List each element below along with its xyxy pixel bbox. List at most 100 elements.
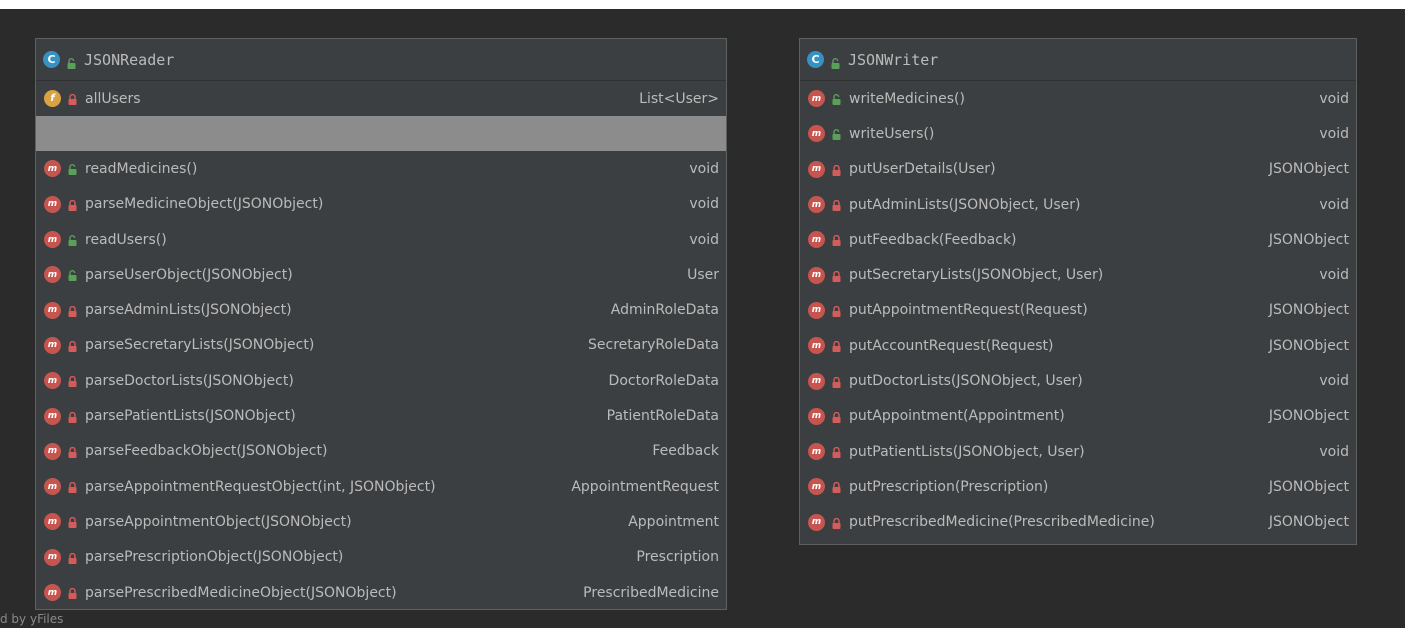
method-return-type: AppointmentRequest — [571, 478, 719, 495]
method-row[interactable]: m parseUserObject(JSONObject) User — [36, 257, 726, 292]
method-name: parseAdminLists(JSONObject) — [85, 302, 292, 319]
method-return-type: User — [687, 266, 719, 283]
class-title: JSONWriter — [848, 50, 939, 69]
method-list: m writeMedicines() void m writeUsers() void m p… — [800, 81, 1356, 540]
field-icon: f — [44, 90, 61, 108]
method-name: parseAppointmentRequestObject(int, JSONO… — [85, 478, 436, 495]
method-name: putAdminLists(JSONObject, User) — [849, 196, 1081, 213]
class-icon: C — [43, 51, 60, 68]
method-row[interactable]: m parseMedicineObject(JSONObject) void — [36, 187, 726, 222]
class-box-jsonreader[interactable]: C JSONReader f allUsers List<User> m read… — [35, 38, 727, 610]
method-row[interactable]: m writeMedicines() void — [800, 81, 1356, 116]
method-row[interactable]: m parseFeedbackObject(JSONObject) Feedback — [36, 434, 726, 469]
method-name: putFeedback(Feedback) — [849, 231, 1017, 248]
method-icon: m — [808, 443, 825, 461]
public-lock-icon — [68, 163, 77, 176]
method-row[interactable]: m putFeedback(Feedback) JSONObject — [800, 222, 1356, 257]
class-icon: C — [807, 51, 824, 68]
private-lock-icon — [832, 517, 841, 529]
method-row[interactable]: m readUsers() void — [36, 222, 726, 257]
method-icon: m — [44, 231, 61, 249]
method-return-type: JSONObject — [1268, 408, 1349, 425]
method-name: parseUserObject(JSONObject) — [85, 266, 293, 283]
method-name: putAppointmentRequest(Request) — [849, 302, 1088, 319]
method-row[interactable]: m putAccountRequest(Request) JSONObject — [800, 328, 1356, 363]
method-name: parsePrescriptionObject(JSONObject) — [85, 549, 344, 566]
method-icon: m — [808, 513, 825, 531]
method-name: readUsers() — [85, 231, 167, 248]
method-name: putAppointment(Appointment) — [849, 408, 1065, 425]
method-row[interactable]: m putAppointmentRequest(Request) JSONObjec… — [800, 293, 1356, 328]
yfiles-watermark: d by yFiles — [0, 612, 64, 626]
method-icon: m — [808, 196, 825, 214]
method-row[interactable]: m parsePrescribedMedicineObject(JSONObjec… — [36, 575, 726, 610]
method-icon: m — [44, 584, 61, 601]
private-lock-icon — [68, 305, 77, 317]
method-name: parseFeedbackObject(JSONObject) — [85, 443, 328, 460]
method-icon: m — [44, 195, 61, 213]
method-name: parsePrescribedMedicineObject(JSONObject… — [85, 584, 397, 601]
class-title: JSONReader — [84, 50, 175, 69]
private-lock-icon — [832, 411, 841, 423]
private-lock-icon — [68, 516, 77, 529]
private-lock-icon — [832, 376, 841, 388]
method-row[interactable]: m putUserDetails(User) JSONObject — [800, 152, 1356, 187]
private-lock-icon — [832, 340, 841, 353]
method-row[interactable]: m putPrescription(Prescription) JSONObject — [800, 469, 1356, 504]
private-lock-icon — [68, 587, 77, 599]
method-return-type: Appointment — [628, 513, 719, 530]
method-name: parsePatientLists(JSONObject) — [85, 408, 296, 425]
private-lock-icon — [68, 340, 77, 352]
method-return-type: JSONObject — [1268, 231, 1349, 248]
method-return-type: Feedback — [652, 443, 719, 460]
private-lock-icon — [68, 481, 77, 494]
public-lock-icon — [832, 93, 841, 106]
method-icon: m — [44, 407, 61, 425]
method-row[interactable]: m parseSecretaryLists(JSONObject) Secretar… — [36, 328, 726, 363]
method-return-type: void — [1319, 443, 1349, 460]
method-row[interactable]: m parsePrescriptionObject(JSONObject) Pres… — [36, 540, 726, 575]
section-separator — [36, 116, 726, 152]
method-name: parseSecretaryLists(JSONObject) — [85, 337, 315, 354]
private-lock-icon — [832, 481, 841, 494]
method-name: parseAppointmentObject(JSONObject) — [85, 513, 352, 530]
method-row[interactable]: m putDoctorLists(JSONObject, User) void — [800, 363, 1356, 398]
method-return-type: JSONObject — [1268, 514, 1349, 531]
method-icon: m — [44, 301, 61, 319]
field-name: allUsers — [85, 90, 141, 107]
method-return-type: DoctorRoleData — [608, 372, 719, 389]
method-name: writeUsers() — [849, 125, 935, 142]
method-name: putPrescription(Prescription) — [849, 478, 1049, 495]
class-header[interactable]: C JSONReader — [36, 39, 726, 81]
class-box-jsonwriter[interactable]: C JSONWriter m writeMedicines() void m write… — [799, 38, 1357, 545]
private-lock-icon — [68, 375, 77, 388]
method-row[interactable]: m parsePatientLists(JSONObject) PatientRol… — [36, 398, 726, 433]
method-icon: m — [808, 90, 825, 108]
private-lock-icon — [832, 446, 841, 459]
method-return-type: void — [1319, 267, 1349, 284]
method-row[interactable]: m parseAppointmentRequestObject(int, JSON… — [36, 469, 726, 504]
method-row[interactable]: m writeUsers() void — [800, 116, 1356, 151]
method-row[interactable]: m putAppointment(Appointment) JSONObject — [800, 399, 1356, 434]
method-row[interactable]: m putPrescribedMedicine(PrescribedMedicin… — [800, 505, 1356, 540]
method-return-type: SecretaryRoleData — [588, 337, 719, 354]
method-row[interactable]: m readMedicines() void — [36, 151, 726, 186]
method-row[interactable]: m putPatientLists(JSONObject, User) void — [800, 434, 1356, 469]
method-return-type: JSONObject — [1268, 302, 1349, 319]
method-icon: m — [44, 266, 61, 284]
method-return-type: void — [1319, 373, 1349, 390]
method-icon: m — [44, 442, 61, 460]
method-row[interactable]: m parseAdminLists(JSONObject) AdminRoleDat… — [36, 292, 726, 327]
method-icon: m — [44, 478, 61, 496]
class-header[interactable]: C JSONWriter — [800, 39, 1356, 81]
method-name: putUserDetails(User) — [849, 161, 996, 178]
method-name: putDoctorLists(JSONObject, User) — [849, 373, 1083, 390]
method-row[interactable]: m putAdminLists(JSONObject, User) void — [800, 187, 1356, 222]
public-lock-icon — [68, 269, 77, 282]
method-row[interactable]: m parseAppointmentObject(JSONObject) Appoi… — [36, 504, 726, 539]
method-row[interactable]: m parseDoctorLists(JSONObject) DoctorRoleD… — [36, 363, 726, 398]
method-name: putPrescribedMedicine(PrescribedMedicine… — [849, 514, 1155, 531]
method-row[interactable]: m putSecretaryLists(JSONObject, User) void — [800, 257, 1356, 292]
method-icon: m — [44, 513, 61, 531]
field-row[interactable]: f allUsers List<User> — [36, 81, 726, 116]
